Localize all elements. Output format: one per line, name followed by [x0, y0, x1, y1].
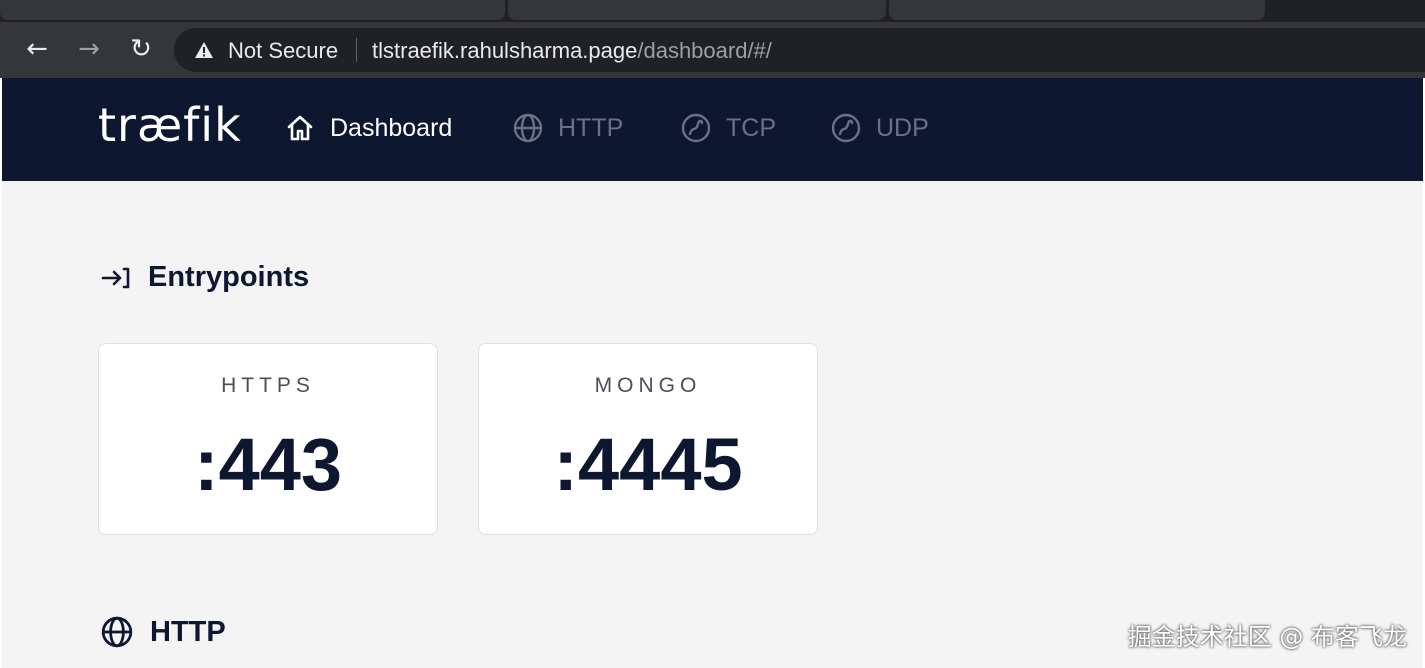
- nav-dashboard[interactable]: Dashboard: [284, 110, 452, 146]
- traefik-logo[interactable]: træfik: [98, 98, 242, 152]
- entrypoint-name: MONGO: [594, 374, 702, 397]
- back-arrow-icon[interactable]: ←: [22, 34, 52, 64]
- browser-tab-strip: [0, 0, 1425, 22]
- warning-icon: [195, 42, 213, 58]
- tcp-icon: [681, 113, 711, 143]
- watermark: 掘金技术社区 @ 布客飞龙: [1127, 623, 1407, 651]
- entrypoint-port: :443: [193, 423, 343, 506]
- section-title-text: HTTP: [150, 615, 226, 648]
- home-icon: [287, 115, 313, 141]
- udp-icon: [831, 113, 861, 143]
- entrypoints-heading: Entrypoints: [100, 261, 309, 294]
- entrypoint-card-mongo[interactable]: MONGO :4445: [478, 343, 818, 535]
- url-text[interactable]: tlstraefik.rahulsharma.page/dashboard/#/: [372, 38, 772, 64]
- browser-tab[interactable]: [889, 0, 1265, 20]
- nav-tcp[interactable]: TCP: [680, 110, 776, 146]
- nav-http[interactable]: HTTP: [512, 110, 623, 146]
- nav-label: HTTP: [558, 113, 624, 142]
- globe-icon: [513, 113, 543, 143]
- forward-arrow-icon[interactable]: →: [74, 34, 104, 64]
- address-bar[interactable]: Not Secure tlstraefik.rahulsharma.page/d…: [174, 28, 1425, 72]
- nav-udp[interactable]: UDP: [830, 110, 929, 146]
- reload-icon[interactable]: ↻: [126, 34, 156, 64]
- browser-tab[interactable]: [0, 0, 505, 20]
- entrypoint-name: HTTPS: [221, 374, 315, 397]
- main-content: Entrypoints HTTPS :443 MONGO :4445 HTTP: [2, 181, 1423, 668]
- nav-label: Dashboard: [330, 113, 453, 142]
- url-host: tlstraefik.rahulsharma.page: [372, 38, 638, 63]
- browser-toolbar: ← → ↻ Not Secure tlstraefik.rahulsharma.…: [0, 22, 1425, 78]
- http-heading: HTTP: [100, 615, 226, 649]
- entrypoint-arrow-icon: [101, 267, 130, 288]
- entrypoint-port: :4445: [553, 423, 743, 506]
- nav-label: TCP: [726, 113, 776, 142]
- address-divider: [356, 38, 357, 62]
- browser-tab[interactable]: [508, 0, 886, 20]
- url-path: /dashboard/#/: [637, 38, 772, 63]
- security-status-label[interactable]: Not Secure: [228, 38, 338, 64]
- nav-label: UDP: [876, 113, 929, 142]
- entrypoint-card-https[interactable]: HTTPS :443: [98, 343, 438, 535]
- section-title-text: Entrypoints: [148, 261, 310, 293]
- globe-icon: [101, 616, 133, 648]
- app-header: træfik Dashboard HTTP TCP UDP: [2, 78, 1423, 181]
